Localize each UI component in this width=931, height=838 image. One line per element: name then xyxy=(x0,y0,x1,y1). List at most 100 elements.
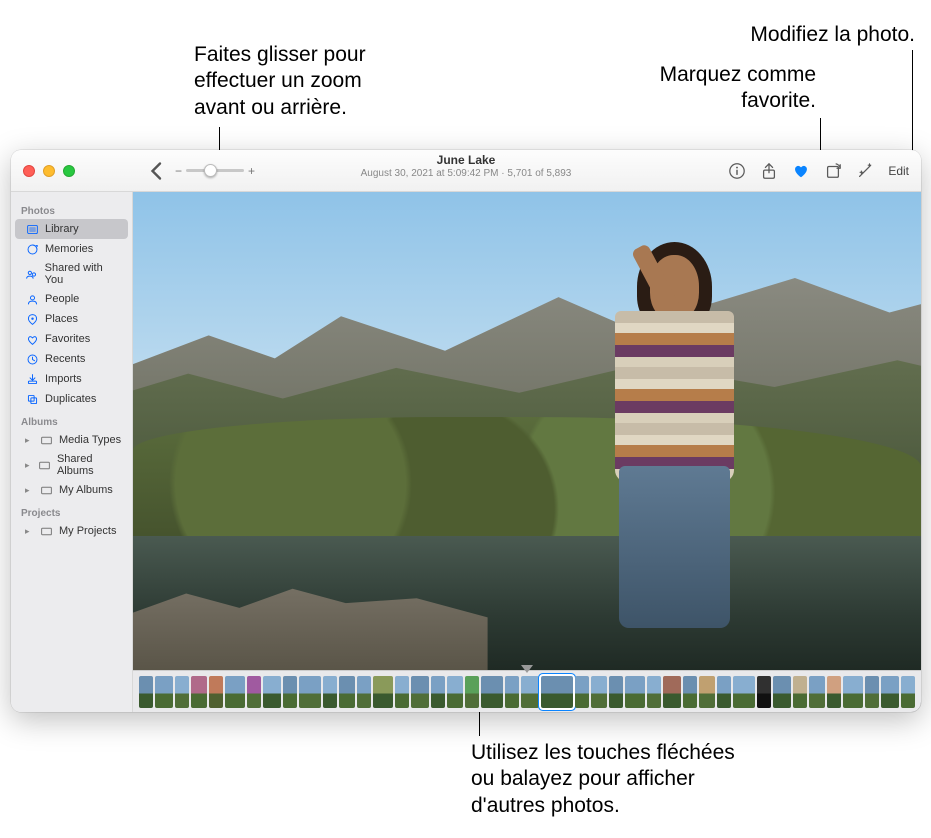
zoom-slider[interactable]: − + xyxy=(175,164,255,178)
filmstrip-thumb[interactable] xyxy=(625,676,645,708)
chevron-right-icon: ▸ xyxy=(25,460,32,471)
filmstrip-thumb[interactable] xyxy=(373,676,393,708)
filmstrip-thumb[interactable] xyxy=(663,676,681,708)
photo-person-torso xyxy=(615,311,734,482)
sidebar-item-label: Duplicates xyxy=(45,393,96,405)
main-viewer xyxy=(133,192,921,712)
sidebar-item-shared-with-you[interactable]: Shared with You xyxy=(15,259,128,289)
filmstrip-thumb[interactable] xyxy=(609,676,623,708)
shared-with-you-icon xyxy=(25,267,39,281)
sidebar-heading-photos: Photos xyxy=(11,198,132,219)
duplicates-icon xyxy=(25,392,39,406)
chevron-right-icon: ▸ xyxy=(25,526,33,537)
filmstrip-thumb[interactable] xyxy=(357,676,371,708)
fullscreen-window-button[interactable] xyxy=(63,165,75,177)
edit-button[interactable]: Edit xyxy=(888,164,909,178)
filmstrip-thumb[interactable] xyxy=(505,676,519,708)
filmstrip-thumb[interactable] xyxy=(175,676,189,708)
photo-view[interactable] xyxy=(133,192,921,670)
folder-icon xyxy=(39,524,53,538)
sidebar-item-memories[interactable]: Memories xyxy=(15,239,128,259)
filmstrip-thumb[interactable] xyxy=(447,676,463,708)
sidebar-item-imports[interactable]: Imports xyxy=(15,369,128,389)
filmstrip-thumb[interactable] xyxy=(773,676,791,708)
filmstrip-thumb[interactable] xyxy=(793,676,807,708)
filmstrip-thumb[interactable] xyxy=(209,676,223,708)
sidebar-item-label: My Projects xyxy=(59,525,116,537)
filmstrip-thumb[interactable] xyxy=(683,676,697,708)
filmstrip-thumb[interactable] xyxy=(865,676,879,708)
share-button[interactable] xyxy=(760,162,778,180)
sidebar-item-label: Imports xyxy=(45,373,82,385)
filmstrip-thumb[interactable] xyxy=(901,676,915,708)
filmstrip-thumb[interactable] xyxy=(591,676,607,708)
sidebar-item-label: Recents xyxy=(45,353,85,365)
filmstrip-thumb[interactable] xyxy=(881,676,899,708)
zoom-track[interactable] xyxy=(186,169,244,172)
filmstrip-thumb[interactable] xyxy=(263,676,281,708)
callout-edit-line xyxy=(912,50,913,160)
zoom-out-label: − xyxy=(175,164,182,178)
filmstrip-thumb[interactable] xyxy=(809,676,825,708)
sidebar-item-label: Memories xyxy=(45,243,93,255)
filmstrip-thumb[interactable] xyxy=(411,676,429,708)
zoom-thumb[interactable] xyxy=(204,164,217,177)
filmstrip-thumb[interactable] xyxy=(299,676,321,708)
filmstrip-thumb[interactable] xyxy=(541,676,573,708)
sidebar-item-recents[interactable]: Recents xyxy=(15,349,128,369)
photo-person-jeans xyxy=(619,466,729,629)
sidebar-item-label: Shared Albums xyxy=(57,453,122,477)
sidebar-item-library[interactable]: Library xyxy=(15,219,128,239)
filmstrip[interactable] xyxy=(133,670,921,712)
filmstrip-thumb[interactable] xyxy=(191,676,207,708)
sidebar-item-duplicates[interactable]: Duplicates xyxy=(15,389,128,409)
sidebar-item-favorites[interactable]: Favorites xyxy=(15,329,128,349)
filmstrip-thumb[interactable] xyxy=(521,676,539,708)
titlebar: − + June Lake August 30, 2021 at 5:09:42… xyxy=(11,150,921,192)
photo-subtitle: August 30, 2021 at 5:09:42 PM · 5,701 of… xyxy=(361,168,572,180)
sidebar-item-places[interactable]: Places xyxy=(15,309,128,329)
sidebar-item-people[interactable]: People xyxy=(15,289,128,309)
filmstrip-thumb[interactable] xyxy=(481,676,503,708)
filmstrip-thumb[interactable] xyxy=(225,676,245,708)
filmstrip-thumb[interactable] xyxy=(699,676,715,708)
filmstrip-thumb[interactable] xyxy=(575,676,589,708)
sidebar-item-media-types[interactable]: ▸ Media Types xyxy=(15,430,128,450)
sidebar-item-my-albums[interactable]: ▸ My Albums xyxy=(15,480,128,500)
filmstrip-thumb[interactable] xyxy=(139,676,153,708)
filmstrip-thumb[interactable] xyxy=(323,676,337,708)
close-window-button[interactable] xyxy=(23,165,35,177)
filmstrip-thumb[interactable] xyxy=(647,676,661,708)
filmstrip-thumb[interactable] xyxy=(247,676,261,708)
filmstrip-thumb[interactable] xyxy=(827,676,841,708)
filmstrip-thumb[interactable] xyxy=(843,676,863,708)
callout-favorite: Marquez comme favorite. xyxy=(660,62,816,115)
auto-enhance-button[interactable] xyxy=(856,162,874,180)
info-button[interactable] xyxy=(728,162,746,180)
sidebar-item-label: Library xyxy=(45,223,79,235)
filmstrip-thumb[interactable] xyxy=(431,676,445,708)
folder-icon xyxy=(39,483,53,497)
favorite-button[interactable] xyxy=(792,162,810,180)
filmstrip-thumb[interactable] xyxy=(757,676,771,708)
filmstrip-thumb[interactable] xyxy=(717,676,731,708)
sidebar: Photos Library Memories Shared with You … xyxy=(11,192,133,712)
filmstrip-thumb[interactable] xyxy=(465,676,479,708)
minimize-window-button[interactable] xyxy=(43,165,55,177)
wand-icon xyxy=(856,162,874,180)
window-controls xyxy=(11,165,141,177)
window-body: Photos Library Memories Shared with You … xyxy=(11,192,921,712)
filmstrip-thumb[interactable] xyxy=(395,676,409,708)
back-button[interactable] xyxy=(145,159,169,183)
chevron-right-icon: ▸ xyxy=(25,485,33,496)
sidebar-item-my-projects[interactable]: ▸ My Projects xyxy=(15,521,128,541)
callout-edit: Modifiez la photo. xyxy=(750,22,915,48)
sidebar-item-shared-albums[interactable]: ▸ Shared Albums xyxy=(15,450,128,480)
sidebar-item-label: Favorites xyxy=(45,333,90,345)
filmstrip-thumb[interactable] xyxy=(339,676,355,708)
rotate-button[interactable] xyxy=(824,162,842,180)
photo-person xyxy=(566,230,787,636)
filmstrip-thumb[interactable] xyxy=(283,676,297,708)
filmstrip-thumb[interactable] xyxy=(155,676,173,708)
filmstrip-thumb[interactable] xyxy=(733,676,755,708)
